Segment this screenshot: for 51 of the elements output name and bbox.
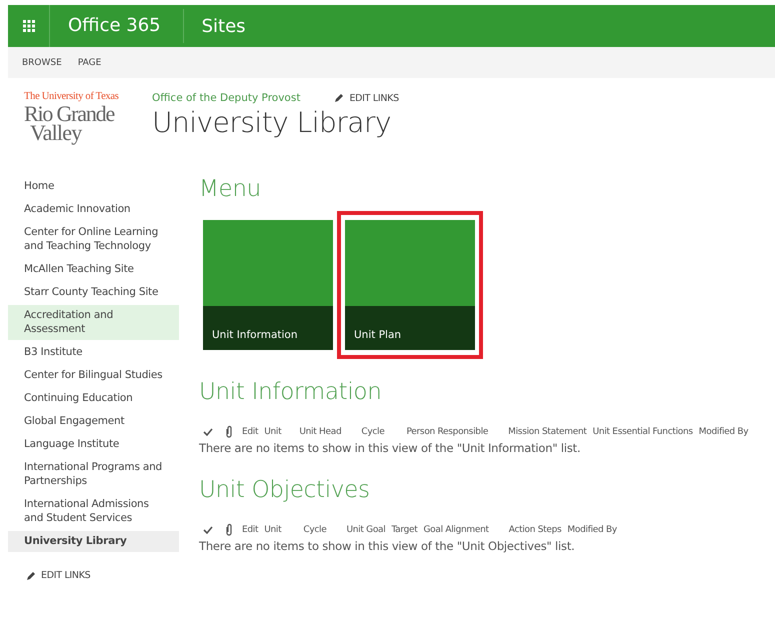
pencil-icon bbox=[334, 93, 344, 103]
column-header[interactable]: Unit bbox=[264, 426, 282, 436]
section-heading: Unit Information bbox=[199, 379, 382, 405]
nav-link[interactable]: International Programs and Partnerships bbox=[8, 457, 179, 492]
university-logo[interactable]: The University of Texas Rio Grande Valley bbox=[24, 92, 150, 156]
check-icon[interactable] bbox=[203, 526, 213, 534]
column-header[interactable]: Cycle bbox=[361, 426, 384, 436]
nav-link[interactable]: Center for Bilingual Studies bbox=[8, 365, 179, 386]
section-heading: Menu bbox=[199, 176, 262, 202]
section-heading: Unit Objectives bbox=[199, 477, 371, 503]
column-header[interactable]: Cycle bbox=[303, 524, 326, 534]
app-name[interactable]: Office 365 bbox=[50, 9, 184, 43]
nav-link[interactable]: Continuing Education bbox=[8, 388, 179, 409]
nav-link[interactable]: Starr County Teaching Site bbox=[8, 282, 179, 303]
column-header[interactable]: Modified By bbox=[698, 426, 748, 436]
pencil-icon bbox=[26, 570, 36, 580]
ribbon-tab[interactable]: PAGE bbox=[74, 58, 106, 68]
nav-link[interactable]: Academic Innovation bbox=[8, 199, 179, 220]
column-header[interactable]: Unit bbox=[264, 524, 282, 534]
ribbon-tab[interactable]: BROWSE bbox=[18, 58, 66, 68]
column-header[interactable]: Edit bbox=[242, 426, 258, 436]
nav-link[interactable]: Accreditation and Assessment bbox=[8, 305, 179, 340]
menu-tile[interactable]: Unit Plan bbox=[345, 220, 475, 350]
empty-message: There are no items to show in this view of the "Unit Objectives" list. bbox=[199, 539, 576, 553]
nav-link[interactable]: University Library bbox=[8, 531, 179, 552]
paperclip-icon bbox=[225, 523, 233, 536]
nav-link[interactable]: B3 Institute bbox=[8, 342, 179, 363]
column-header[interactable]: Modified By bbox=[567, 524, 617, 534]
nav-link[interactable]: Global Engagement bbox=[8, 411, 179, 432]
column-header[interactable]: Goal Alignment bbox=[424, 524, 489, 534]
nav-link[interactable]: Home bbox=[8, 176, 179, 197]
paperclip-icon bbox=[225, 425, 233, 438]
column-header[interactable]: Unit Head bbox=[299, 426, 342, 436]
nav-link[interactable]: International Admissions and Student Services bbox=[8, 494, 179, 529]
edit-links-link[interactable]: EDIT LINKS bbox=[334, 92, 399, 104]
nav-link[interactable]: Center for Online Learning and Teaching Technology bbox=[8, 222, 179, 257]
nav-link[interactable]: Language Institute bbox=[8, 434, 179, 455]
site-title: University Library bbox=[152, 106, 392, 139]
menu-tile[interactable]: Unit Information bbox=[203, 220, 333, 350]
column-header[interactable]: Unit Goal bbox=[346, 524, 386, 534]
column-header[interactable]: Unit Essential Functions bbox=[592, 426, 693, 436]
column-header[interactable]: Mission Statement bbox=[508, 426, 587, 436]
section-title[interactable]: Sites bbox=[184, 16, 246, 36]
column-header[interactable]: Action Steps bbox=[508, 524, 562, 534]
edit-links-link[interactable]: EDIT LINKS bbox=[8, 554, 179, 581]
column-header[interactable]: Person Responsible bbox=[406, 426, 488, 436]
nav-link[interactable]: McAllen Teaching Site bbox=[8, 259, 179, 280]
column-header[interactable]: Target bbox=[391, 524, 418, 534]
column-header[interactable]: Edit bbox=[242, 524, 258, 534]
empty-message: There are no items to show in this view of the "Unit Information" list. bbox=[199, 441, 582, 455]
check-icon[interactable] bbox=[203, 428, 213, 436]
